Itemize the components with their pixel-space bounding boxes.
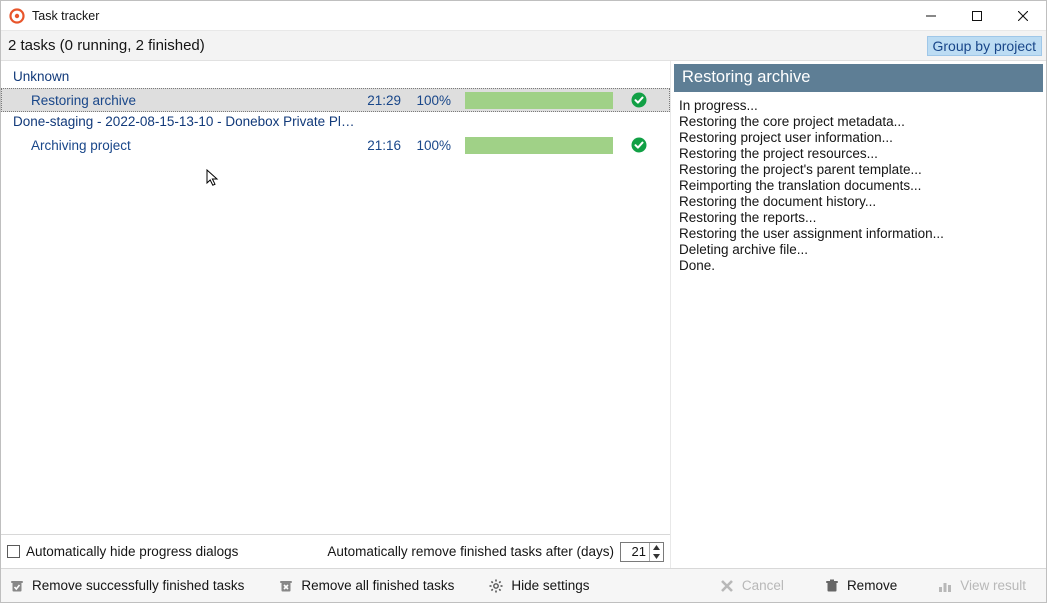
auto-remove-days-value[interactable]: 21 <box>621 543 649 561</box>
log-line: Deleting archive file... <box>679 242 1038 258</box>
group-header[interactable]: Done-staging - 2022-08-15-13-10 - Donebo… <box>1 112 361 133</box>
log-line: Restoring the core project metadata... <box>679 114 1038 130</box>
task-percent: 100% <box>401 93 451 108</box>
task-time: 21:29 <box>351 93 401 108</box>
log-line: Restoring the reports... <box>679 210 1038 226</box>
log-line: Done. <box>679 258 1038 274</box>
app-icon <box>9 8 25 24</box>
cancel-button: Cancel <box>719 578 784 594</box>
task-list-panel: UnknownRestoring archive21:29100%Done-st… <box>1 61 671 568</box>
auto-remove-days-spinner[interactable]: 21 <box>620 542 664 562</box>
log-line: In progress... <box>679 98 1038 114</box>
details-panel: Restoring archive In progress...Restorin… <box>671 61 1046 568</box>
trash-x-icon <box>278 578 294 594</box>
checkbox-box-icon <box>7 545 20 558</box>
task-percent: 100% <box>401 138 451 153</box>
group-by-project-toggle[interactable]: Group by project <box>927 36 1043 56</box>
bar-chart-icon <box>937 578 953 594</box>
remove-all-button[interactable]: Remove all finished tasks <box>278 578 454 594</box>
log-line: Restoring project user information... <box>679 130 1038 146</box>
titlebar: Task tracker <box>1 1 1046 31</box>
maximize-button[interactable] <box>954 1 1000 31</box>
details-log: In progress...Restoring the core project… <box>671 92 1046 282</box>
task-row[interactable]: Restoring archive21:29100% <box>1 88 670 112</box>
task-progress-bar <box>465 137 613 154</box>
task-time: 21:16 <box>351 138 401 153</box>
spinner-up-button[interactable] <box>650 543 663 552</box>
main-area: UnknownRestoring archive21:29100%Done-st… <box>1 61 1046 568</box>
log-line: Reimporting the translation documents... <box>679 178 1038 194</box>
group-header[interactable]: Unknown <box>1 67 670 88</box>
log-line: Restoring the project's parent template.… <box>679 162 1038 178</box>
task-name: Archiving project <box>31 138 351 153</box>
close-button[interactable] <box>1000 1 1046 31</box>
auto-hide-label: Automatically hide progress dialogs <box>26 544 238 559</box>
task-name: Restoring archive <box>31 93 351 108</box>
summary-text: 2 tasks (0 running, 2 finished) <box>8 37 205 54</box>
gear-icon <box>488 578 504 594</box>
auto-remove-label: Automatically remove finished tasks afte… <box>327 544 614 559</box>
minimize-button[interactable] <box>908 1 954 31</box>
spinner-down-button[interactable] <box>650 552 663 561</box>
options-strip: Automatically hide progress dialogs Auto… <box>1 534 670 568</box>
summary-bar: 2 tasks (0 running, 2 finished) Group by… <box>1 31 1046 61</box>
log-line: Restoring the user assignment informatio… <box>679 226 1038 242</box>
trash-icon <box>824 578 840 594</box>
task-row[interactable]: Archiving project21:16100% <box>1 133 670 157</box>
window-title: Task tracker <box>32 9 99 23</box>
task-status-success-icon <box>631 92 647 108</box>
log-line: Restoring the document history... <box>679 194 1038 210</box>
cancel-x-icon <box>719 578 735 594</box>
task-status-success-icon <box>631 137 647 153</box>
task-progress-bar <box>465 92 613 109</box>
hide-settings-button[interactable]: Hide settings <box>488 578 589 594</box>
task-tracker-window: Task tracker 2 tasks (0 running, 2 finis… <box>0 0 1047 603</box>
auto-hide-checkbox[interactable]: Automatically hide progress dialogs <box>7 544 238 559</box>
view-result-button: View result <box>937 578 1026 594</box>
log-line: Restoring the project resources... <box>679 146 1038 162</box>
trash-check-icon <box>9 578 25 594</box>
task-list: UnknownRestoring archive21:29100%Done-st… <box>1 61 670 534</box>
details-title: Restoring archive <box>674 64 1043 92</box>
remove-successful-button[interactable]: Remove successfully finished tasks <box>9 578 244 594</box>
footer-actions: Remove successfully finished tasks Remov… <box>1 568 1046 602</box>
remove-button[interactable]: Remove <box>824 578 897 594</box>
